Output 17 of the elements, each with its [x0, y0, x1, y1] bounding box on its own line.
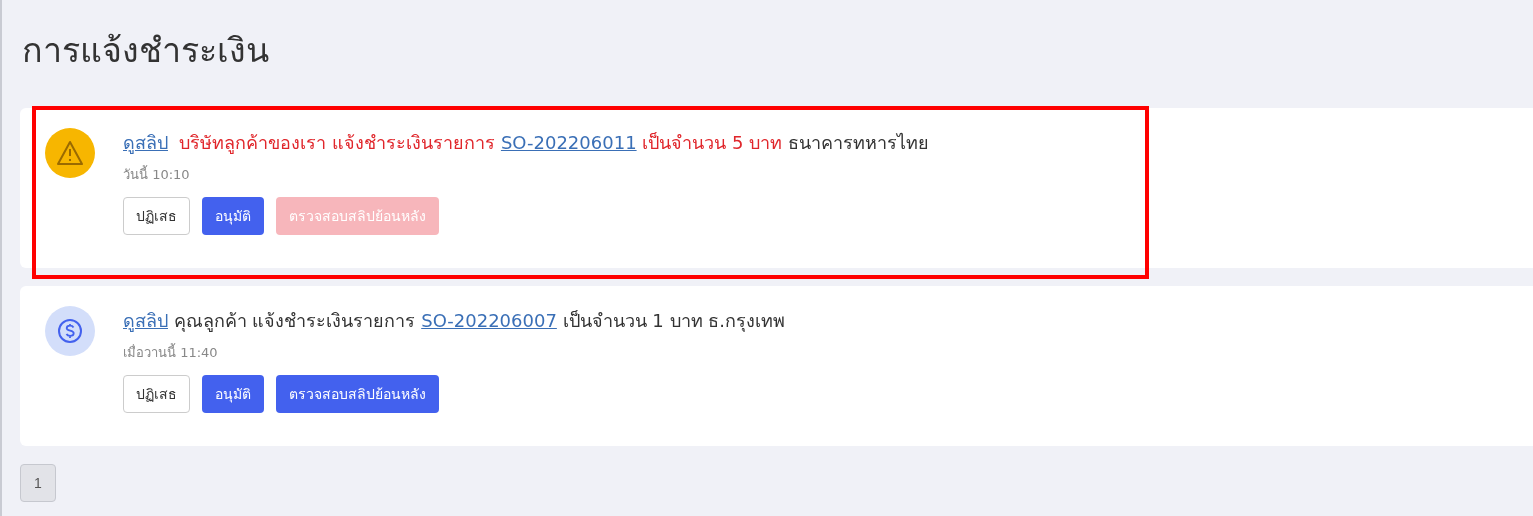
- view-slip-link[interactable]: ดูสลิป: [123, 310, 168, 331]
- notification-time: วันนี้ 10:10: [123, 164, 191, 184]
- reject-button[interactable]: ปฏิเสธ: [123, 197, 190, 235]
- notification-message: ดูสลิป บริษัทลูกค้าของเรา แจ้งชำระเงินรายการ SO-202206011 เป็นจำนวน 5 บาท ธนาคารทหารไทย: [123, 131, 929, 156]
- approve-button[interactable]: อนุมัติ: [202, 375, 264, 413]
- reject-button[interactable]: ปฏิเสธ: [123, 375, 190, 413]
- approve-button[interactable]: อนุมัติ: [202, 197, 264, 235]
- page-button[interactable]: 1: [20, 464, 56, 502]
- order-link[interactable]: SO-202206007: [421, 310, 557, 331]
- warning-icon: [45, 128, 95, 178]
- verify-slip-button[interactable]: ตรวจสอบสลิปย้อนหลัง: [276, 375, 439, 413]
- page-title: การแจ้งชำระเงิน: [22, 29, 270, 72]
- dollar-icon: [45, 306, 95, 356]
- view-slip-link[interactable]: ดูสลิป: [123, 132, 168, 153]
- order-link[interactable]: SO-202206011: [500, 132, 637, 153]
- notification-time: เมื่อวานนี้ 11:40: [123, 342, 219, 362]
- notification-message: ดูสลิป คุณลูกค้า แจ้งชำระเงินรายการ SO-202206007 เป็นจำนวน 1 บาท ธ.กรุงเทพ: [123, 309, 785, 334]
